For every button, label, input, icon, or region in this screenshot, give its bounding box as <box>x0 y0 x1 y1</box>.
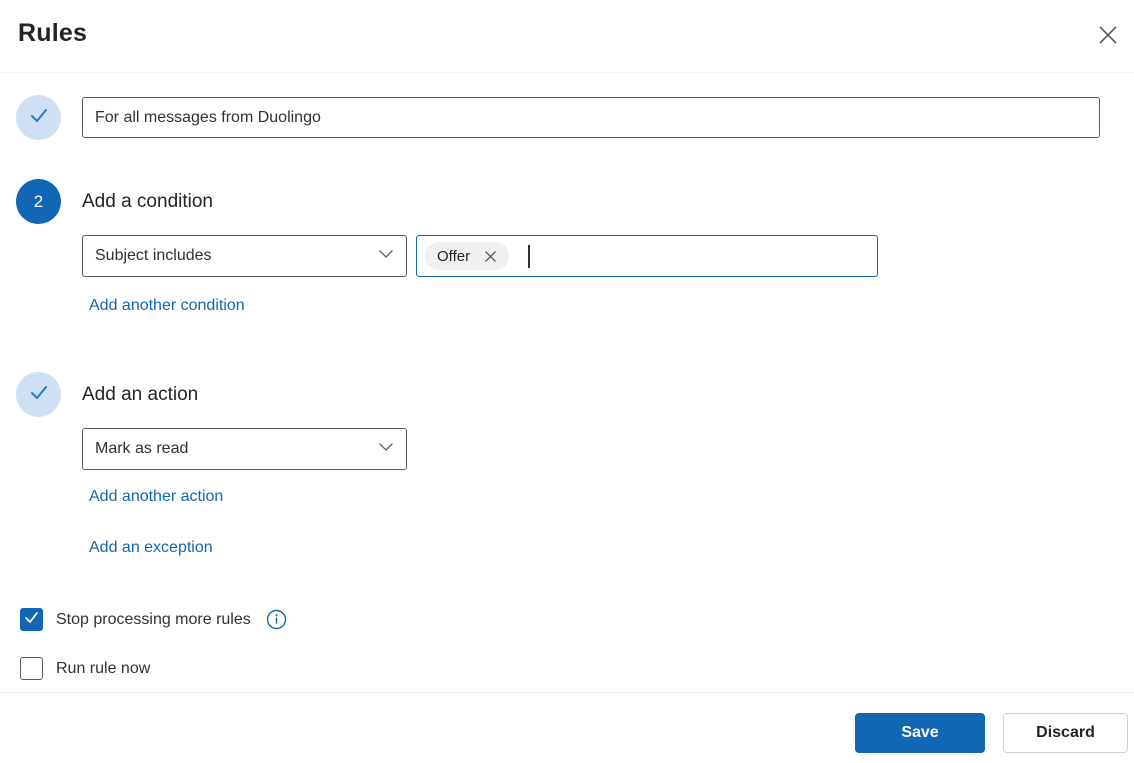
run-rule-now-row: Run rule now <box>20 657 1134 680</box>
condition-heading: Add a condition <box>82 190 213 212</box>
action-select[interactable]: Mark as read <box>82 428 407 470</box>
save-button[interactable]: Save <box>855 713 985 753</box>
close-button[interactable] <box>1094 22 1122 50</box>
dialog-header: Rules <box>0 0 1134 72</box>
header-divider <box>0 72 1134 73</box>
checkmark-icon <box>24 610 39 630</box>
run-rule-now-label: Run rule now <box>56 659 151 677</box>
chevron-down-icon <box>378 439 394 460</box>
condition-select-value: Subject includes <box>95 247 212 264</box>
dialog-footer: Save Discard <box>855 713 1128 753</box>
close-icon <box>1097 24 1119 49</box>
condition-controls-row: Subject includes Offer <box>82 235 1134 277</box>
condition-tag: Offer <box>425 242 510 270</box>
stop-processing-row: Stop processing more rules <box>20 608 1134 631</box>
stop-processing-label: Stop processing more rules <box>56 610 251 628</box>
checkmark-icon <box>28 381 50 408</box>
page-title: Rules <box>18 19 88 47</box>
info-icon[interactable] <box>266 609 287 630</box>
action-heading: Add an action <box>82 383 199 405</box>
rule-name-row <box>0 95 1134 140</box>
condition-tag-label: Offer <box>437 247 471 265</box>
action-step-header: Add an action <box>0 372 1134 417</box>
action-controls-row: Mark as read <box>82 428 1134 470</box>
discard-button[interactable]: Discard <box>1003 713 1128 753</box>
remove-tag-icon[interactable] <box>484 250 497 263</box>
run-rule-now-checkbox[interactable] <box>20 657 43 680</box>
step2-number: 2 <box>33 191 44 211</box>
rules-dialog: Rules 2 Add a condition Su <box>0 0 1134 763</box>
dialog-body: 2 Add a condition Subject includes Offer <box>0 95 1134 680</box>
step1-complete-indicator <box>16 95 61 140</box>
add-another-action-link[interactable]: Add another action <box>89 488 223 506</box>
condition-value-input[interactable]: Offer <box>416 235 878 277</box>
footer-divider <box>0 692 1134 693</box>
step2-number-indicator: 2 <box>16 179 61 224</box>
stop-processing-checkbox[interactable] <box>20 608 43 631</box>
step3-complete-indicator <box>16 372 61 417</box>
add-another-condition-link[interactable]: Add another condition <box>89 297 245 315</box>
condition-step-header: 2 Add a condition <box>0 179 1134 224</box>
condition-select[interactable]: Subject includes <box>82 235 407 277</box>
rule-name-input[interactable] <box>82 97 1100 138</box>
checkmark-icon <box>28 104 50 131</box>
add-an-exception-link[interactable]: Add an exception <box>89 539 213 557</box>
action-select-value: Mark as read <box>95 440 189 457</box>
text-cursor <box>528 244 530 268</box>
chevron-down-icon <box>378 246 394 267</box>
